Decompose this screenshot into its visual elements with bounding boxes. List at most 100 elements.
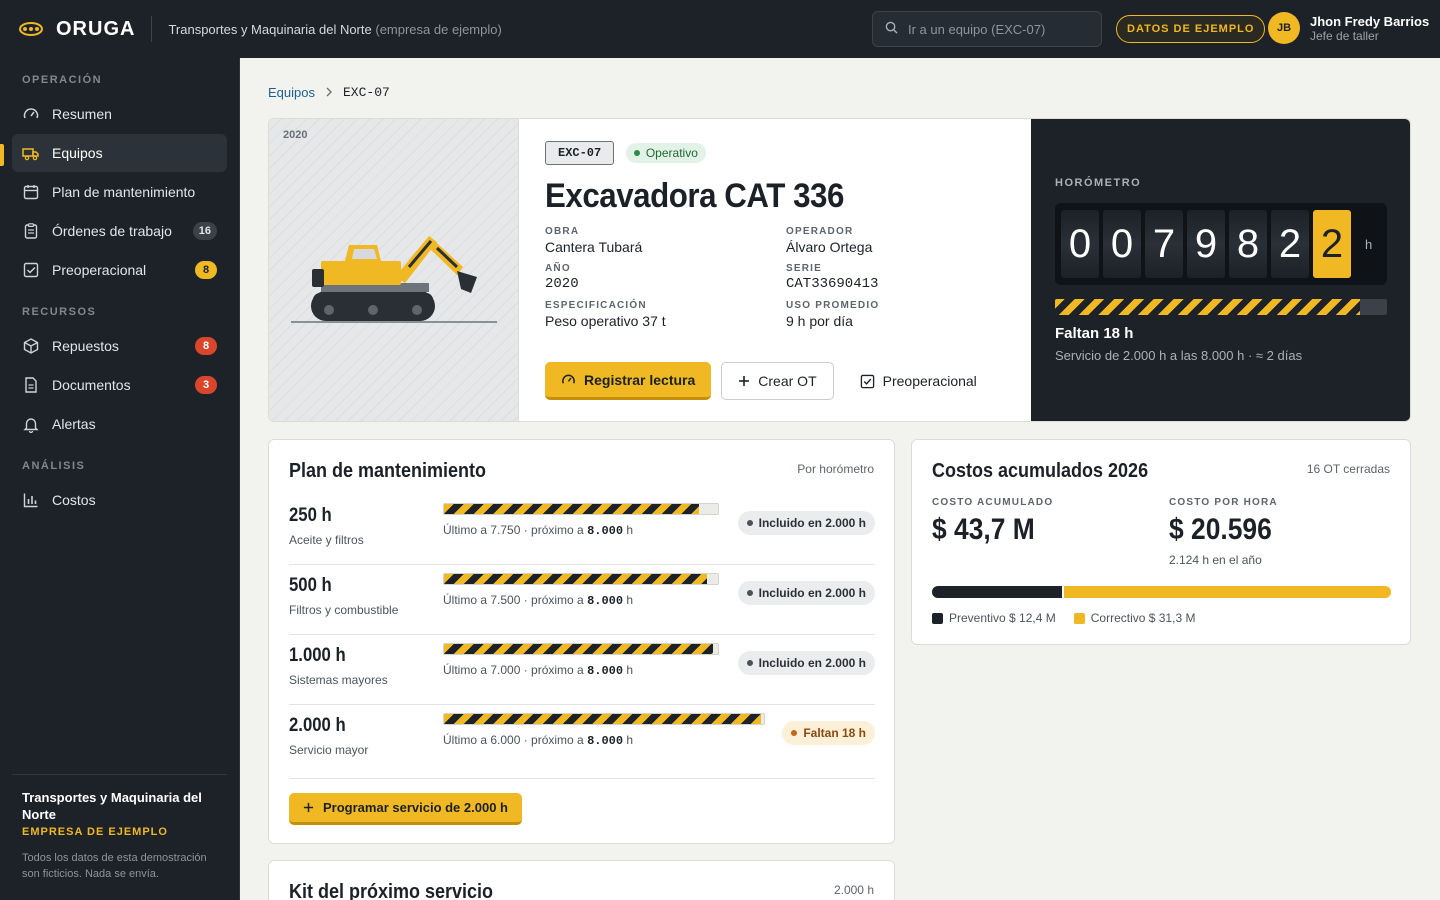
user-role: Jefe de taller [1310,28,1379,43]
brand[interactable]: ORUGA [18,18,135,41]
maintenance-plan-card: Plan de mantenimiento Por horómetro 250 … [268,439,895,844]
footer-tag: EMPRESA DE EJEMPLO [22,826,168,838]
interval-status-chip: Incluido en 2.000 h [737,511,875,535]
costs-card: Costos acumulados 2026 16 OT cerradas CO… [911,439,1411,645]
sidebar-item-label: Plan de mantenimiento [52,184,196,200]
section-analisis: ANÁLISIS [22,460,86,472]
chip-label: Incluido en 2.000 h [758,656,866,670]
user-menu[interactable]: JB Jhon Fredy Barrios Jefe de taller [1268,12,1429,44]
hourmeter-digit: 2 [1271,210,1309,278]
box-icon [22,337,40,355]
button-label: Crear OT [758,373,817,389]
hourmeter-digit: 0 [1061,210,1099,278]
spec-label: ESPECIFICACIÓN [545,300,647,311]
checkbox-icon [22,261,40,279]
spec-uso-promedio: USO PROMEDIO 9 h por día [786,300,1006,329]
hourmeter-digit: 7 [1145,210,1183,278]
interval-last: Último a 7.750 · próximo a [443,523,588,537]
interval-progress-fill [444,714,761,724]
create-ot-button[interactable]: Crear OT [721,362,834,400]
interval-detail: Último a 7.500 · próximo a 8.000 h [443,593,633,608]
service-kit-card: Kit del próximo servicio 2.000 h [268,860,895,900]
equipment-search[interactable] [872,11,1102,47]
logo-icon [18,21,44,37]
legend-swatch [932,612,943,624]
service-note: Servicio de 2.000 h a las 8.000 h · ≈ 2 … [1055,348,1303,363]
equipment-hero-card: 2020 EXC-07 Operativo Excavadora CAT 336… [268,118,1411,422]
top-bar: ORUGA Transportes y Maquinaria del Norte… [0,0,1440,58]
interval-progress-fill [444,644,713,654]
sidebar-item-documentos[interactable]: Documentos 3 [12,366,227,404]
sidebar-item-label: Alertas [52,416,96,432]
interval-hours: 500 h [289,575,332,596]
divider [151,16,153,42]
chip-label: Faltan 18 h [803,726,866,740]
spec-value: CAT33690413 [786,276,879,292]
sidebar-item-alertas[interactable]: Alertas [12,405,227,443]
schedule-service-button[interactable]: Programar servicio de 2.000 h [289,793,522,825]
sidebar-item-label: Resumen [52,106,112,122]
service-progress-fill [1055,299,1361,315]
interval-detail: Último a 7.750 · próximo a 8.000 h [443,523,633,538]
count-badge: 16 [192,222,217,240]
sidebar-item-resumen[interactable]: Resumen [12,95,227,133]
preventive-segment [932,586,1063,598]
plus-icon [303,802,314,813]
plan-row[interactable]: 2.000 h Servicio mayor Último a 6.000 · … [289,705,875,775]
cost-legend: Preventivo $ 12,4 M Correctivo $ 31,3 M [932,611,1213,625]
register-reading-button[interactable]: Registrar lectura [545,362,712,400]
interval-unit: h [623,663,634,677]
sidebar-item-ordenes[interactable]: Órdenes de trabajo 16 [12,212,227,250]
hours-in-year: 2.124 h en el año [1169,553,1262,567]
plan-row[interactable]: 250 h Aceite y filtros Último a 7.750 · … [289,495,875,565]
interval-name: Aceite y filtros [289,533,364,547]
card-meta: Por horómetro [797,462,874,476]
equipment-image: 2020 [269,119,519,421]
breadcrumb-equipos-link[interactable]: Equipos [268,85,315,100]
sidebar-item-repuestos[interactable]: Repuestos 8 [12,327,227,365]
corrective-segment [1062,586,1391,598]
cost-per-hour-value: $ 20.596 [1169,513,1272,546]
search-input[interactable] [908,21,1088,37]
sidebar-item-plan-mantenimiento[interactable]: Plan de mantenimiento [12,173,227,211]
count-badge: 8 [195,261,217,279]
checkbox-icon [860,374,875,389]
calendar-icon [22,183,40,201]
sidebar-item-equipos[interactable]: Equipos [12,134,227,172]
sidebar-item-label: Documentos [52,377,131,393]
spec-label: OPERADOR [786,226,854,237]
hourmeter-display: 0 0 7 9 8 2 2 h [1055,203,1387,285]
plan-row[interactable]: 1.000 h Sistemas mayores Último a 7.000 … [289,635,875,705]
interval-next: 8.000 [587,734,624,748]
equipment-specs: OBRA Cantera Tubará OPERADOR Álvaro Orte… [545,226,1015,329]
equipment-actions: Registrar lectura Crear OT Preoperaciona… [545,362,993,400]
spec-especificacion: ESPECIFICACIÓN Peso operativo 37 t [545,300,786,329]
chevron-right-icon [325,85,333,100]
interval-progress-bar [443,643,719,655]
demo-data-badge[interactable]: DATOS DE EJEMPLO [1116,15,1266,43]
breadcrumb-current: EXC-07 [342,85,390,100]
chip-dot-icon [746,660,753,666]
interval-last: Último a 6.000 · próximo a [443,733,588,747]
preoperational-button[interactable]: Preoperacional [844,362,993,400]
page-title: Excavadora CAT 336 [545,177,844,215]
card-title: Costos acumulados 2026 [932,460,1149,482]
hourmeter-label: HORÓMETRO [1055,177,1142,189]
hours-remaining: Faltan 18 h [1055,325,1134,342]
sidebar-item-preoperacional[interactable]: Preoperacional 8 [12,251,227,289]
company-label: Transportes y Maquinaria del Norte [168,21,372,37]
sidebar-item-label: Equipos [52,145,103,161]
interval-progress-fill [444,574,708,584]
service-progress-bar [1055,299,1387,315]
company-note: (empresa de ejemplo) [375,21,502,37]
interval-last: Último a 7.500 · próximo a [443,593,588,607]
equipment-info: EXC-07 Operativo Excavadora CAT 336 OBRA… [545,141,1015,329]
plan-row[interactable]: 500 h Filtros y combustible Último a 7.5… [289,565,875,635]
sidebar-item-costos[interactable]: Costos [12,481,227,519]
avatar[interactable]: JB [1268,12,1300,44]
interval-status-chip: Incluido en 2.000 h [737,651,875,675]
status-badge: Operativo [625,143,706,163]
spec-operador: OPERADOR Álvaro Ortega [786,226,1006,255]
equipment-tags: EXC-07 Operativo [545,141,1015,165]
truck-icon [22,144,40,162]
